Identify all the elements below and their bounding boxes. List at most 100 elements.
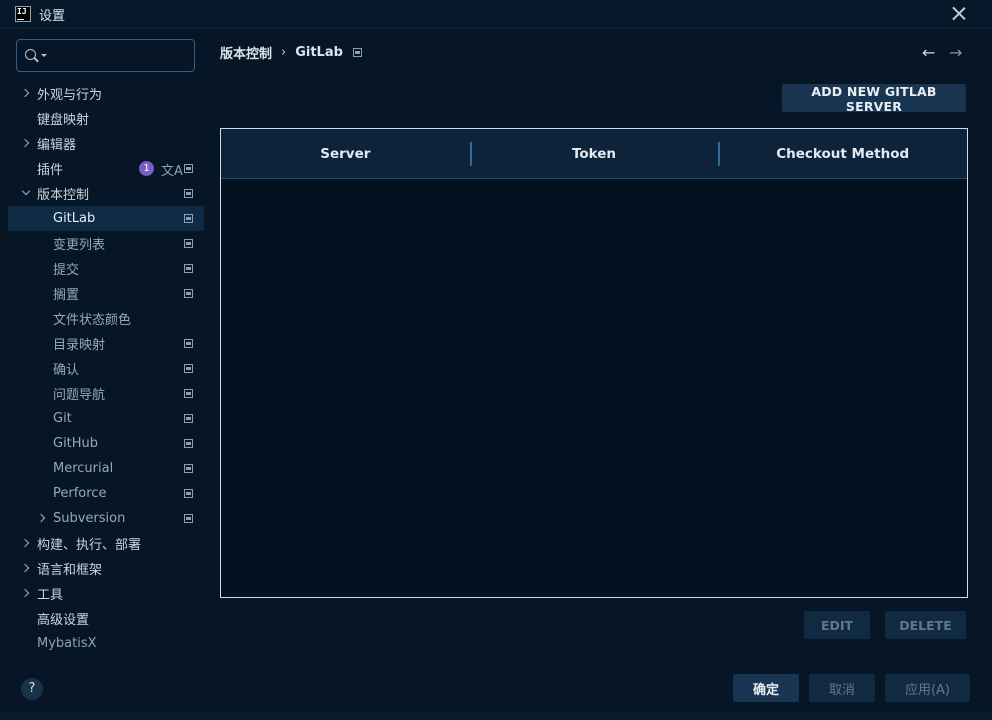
column-header-label: Server [320, 145, 371, 162]
sidebar-item-label: 工具 [37, 588, 64, 603]
column-header-label: Checkout Method [776, 145, 910, 162]
breadcrumb: 版本控制 › GitLab [220, 43, 362, 62]
breadcrumb-parent[interactable]: 版本控制 [220, 43, 272, 62]
forward-arrow-icon[interactable]: → [949, 43, 962, 62]
chevron-down-icon[interactable] [21, 186, 31, 196]
sidebar-item-label: 目录映射 [53, 338, 106, 353]
settings-tree: 外观与行为 键盘映射 编辑器 插件 1 文A 版本控制 GitLab 变更列表 提交 搁置 文件状态颜… [8, 81, 204, 656]
chevron-right-icon[interactable] [20, 538, 30, 548]
ok-button[interactable]: 确定 [733, 674, 799, 702]
project-scope-icon [184, 439, 193, 448]
update-count-badge: 1 [139, 161, 154, 176]
sidebar-item[interactable]: 插件 1 文A [8, 156, 204, 181]
chevron-right-icon[interactable] [20, 588, 30, 598]
back-arrow-icon[interactable]: ← [922, 43, 935, 62]
gitlab-servers-table: Server Token Checkout Method [220, 128, 968, 598]
table-header: Server Token Checkout Method [221, 129, 967, 179]
sidebar-item-label: 键盘映射 [37, 113, 90, 128]
sidebar-item[interactable]: 确认 [8, 356, 204, 381]
sidebar-item-label: 插件 [37, 163, 64, 178]
project-scope-icon [184, 239, 193, 248]
project-scope-icon [184, 514, 193, 523]
column-header-token[interactable]: Token [469, 129, 719, 178]
sidebar-item-label: GitLab [53, 211, 96, 226]
project-scope-icon [184, 289, 193, 298]
sidebar-item-label: GitHub [53, 436, 99, 451]
project-scope-icon [184, 339, 193, 348]
column-divider[interactable] [469, 142, 472, 166]
sidebar-item[interactable]: 文件状态颜色 [8, 306, 204, 331]
edit-button[interactable]: EDIT [804, 611, 870, 639]
sidebar-item[interactable]: Git [8, 406, 204, 431]
sidebar-item[interactable]: 搁置 [8, 281, 204, 306]
add-gitlab-server-button[interactable]: ADD NEW GITLAB SERVER [782, 84, 966, 114]
sidebar-item[interactable]: 键盘映射 [8, 106, 204, 131]
app-logo-icon: IJ [15, 6, 31, 22]
sidebar-item[interactable]: Perforce [8, 481, 204, 506]
project-scope-icon [184, 464, 193, 473]
sidebar-item-label: 编辑器 [37, 138, 77, 153]
sidebar-item-label: 高级设置 [37, 613, 90, 628]
chevron-right-icon[interactable] [20, 563, 30, 573]
sidebar-item-label: 外观与行为 [37, 88, 103, 103]
sidebar-item[interactable]: 编辑器 [8, 131, 204, 156]
project-scope-icon [184, 164, 193, 173]
search-input[interactable] [49, 46, 189, 66]
sidebar-item-label: 文件状态颜色 [53, 313, 132, 328]
sidebar-item-label: MybatisX [37, 636, 97, 651]
sidebar-item-label: 版本控制 [37, 188, 90, 203]
sidebar-item[interactable]: 提交 [8, 256, 204, 281]
sidebar-item[interactable]: 变更列表 [8, 231, 204, 256]
settings-sidebar: 外观与行为 键盘映射 编辑器 插件 1 文A 版本控制 GitLab 变更列表 提交 搁置 文件状态颜… [8, 29, 204, 710]
editor-gutter [0, 29, 8, 712]
sidebar-item-label: 语言和框架 [37, 563, 103, 578]
sidebar-item[interactable]: 版本控制 [8, 181, 204, 206]
chevron-right-icon[interactable] [20, 138, 30, 148]
window-bottom-edge [0, 712, 992, 720]
project-scope-icon [184, 414, 193, 423]
sidebar-item[interactable]: 工具 [8, 581, 204, 606]
search-box[interactable] [16, 39, 195, 72]
close-icon[interactable] [950, 5, 968, 23]
sidebar-item-label: 搁置 [53, 288, 80, 303]
column-header-checkout-method[interactable]: Checkout Method [718, 129, 967, 178]
search-options-chevron-icon[interactable] [41, 54, 47, 57]
sidebar-item-label: Subversion [53, 511, 126, 526]
chevron-right-icon[interactable] [20, 88, 30, 98]
apply-button[interactable]: 应用(A) [885, 674, 970, 702]
column-divider[interactable] [718, 142, 721, 166]
sidebar-item[interactable]: GitLab [8, 206, 204, 231]
project-scope-icon [184, 214, 193, 223]
sidebar-item-label: Mercurial [53, 461, 114, 476]
project-scope-icon [184, 189, 193, 198]
chevron-right-icon[interactable] [36, 513, 46, 523]
sidebar-item[interactable]: Mercurial [8, 456, 204, 481]
sidebar-item[interactable]: Subversion [8, 506, 204, 531]
project-scope-icon [352, 48, 362, 57]
window-title: 设置 [39, 8, 66, 24]
breadcrumb-current: GitLab [295, 45, 343, 60]
delete-button[interactable]: DELETE [885, 611, 966, 639]
project-scope-icon [184, 489, 193, 498]
project-scope-icon [184, 389, 193, 398]
sidebar-item[interactable]: 构建、执行、部署 [8, 531, 204, 556]
sidebar-item[interactable]: 目录映射 [8, 331, 204, 356]
sidebar-item-label: 构建、执行、部署 [37, 538, 142, 553]
search-icon [25, 49, 36, 60]
sidebar-item[interactable]: 语言和框架 [8, 556, 204, 581]
sidebar-item[interactable]: 高级设置 [8, 606, 204, 631]
sidebar-item-label: 变更列表 [53, 238, 106, 253]
sidebar-item[interactable]: 问题导航 [8, 381, 204, 406]
sidebar-item-label: 提交 [53, 263, 80, 278]
sidebar-item[interactable]: MybatisX [8, 631, 204, 656]
sidebar-item[interactable]: GitHub [8, 431, 204, 456]
breadcrumb-separator: › [281, 45, 287, 60]
project-scope-icon [184, 364, 193, 373]
cancel-button[interactable]: 取消 [809, 674, 875, 702]
sidebar-item[interactable]: 外观与行为 [8, 81, 204, 106]
sidebar-item-label: 确认 [53, 363, 80, 378]
help-button[interactable]: ? [21, 678, 43, 700]
sidebar-item-label: 问题导航 [53, 388, 106, 403]
project-scope-icon [184, 264, 193, 273]
column-header-server[interactable]: Server [221, 129, 470, 178]
